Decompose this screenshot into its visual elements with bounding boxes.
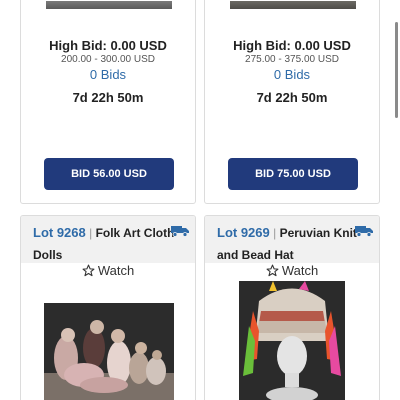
scrollbar[interactable] bbox=[395, 22, 398, 118]
lot-card-9268: Lot 9268 | Folk Art Cloth Dolls Watch bbox=[20, 215, 196, 400]
estimate-range: 200.00 - 300.00 USD bbox=[61, 54, 155, 65]
lot-title-line1[interactable]: Folk Art Cloth bbox=[96, 226, 175, 240]
lot-image[interactable] bbox=[46, 1, 172, 9]
estimate-range: 275.00 - 375.00 USD bbox=[245, 54, 339, 65]
time-left: 7d 22h 50m bbox=[256, 90, 328, 105]
star-icon bbox=[266, 264, 279, 277]
lot-number[interactable]: Lot 9268 bbox=[33, 225, 86, 240]
lot-image[interactable] bbox=[230, 1, 356, 9]
lot-photo[interactable] bbox=[239, 281, 345, 400]
lot-card-top-right: High Bid: 0.00 USD 275.00 - 375.00 USD 0… bbox=[204, 0, 380, 204]
lot-card-9269: Lot 9269 | Peruvian Knit and Bead Hat Wa… bbox=[204, 215, 380, 400]
lot-number[interactable]: Lot 9269 bbox=[217, 225, 270, 240]
lot-title[interactable]: Lot 9268 | Folk Art Cloth Dolls bbox=[21, 216, 195, 263]
high-bid-text: High Bid: 0.00 USD bbox=[233, 38, 351, 53]
truck-icon bbox=[171, 226, 189, 237]
watch-label: Watch bbox=[97, 263, 135, 278]
title-separator: | bbox=[273, 226, 277, 240]
lot-photo[interactable] bbox=[44, 303, 174, 400]
watch-label: Watch bbox=[281, 263, 319, 278]
watch-button[interactable]: Watch bbox=[205, 263, 379, 278]
truck-icon bbox=[355, 226, 373, 237]
title-separator: | bbox=[89, 226, 93, 240]
star-icon bbox=[82, 264, 95, 277]
bids-count-link[interactable]: 0 Bids bbox=[21, 67, 195, 82]
time-left: 7d 22h 50m bbox=[72, 90, 144, 105]
bids-count-link[interactable]: 0 Bids bbox=[205, 67, 379, 82]
bid-button[interactable]: BID 75.00 USD bbox=[228, 158, 358, 190]
lot-card-top-left: High Bid: 0.00 USD 200.00 - 300.00 USD 0… bbox=[20, 0, 196, 204]
bid-button[interactable]: BID 56.00 USD bbox=[44, 158, 174, 190]
lot-title-line2[interactable]: Dolls bbox=[33, 248, 62, 262]
high-bid-text: High Bid: 0.00 USD bbox=[49, 38, 167, 53]
lot-title[interactable]: Lot 9269 | Peruvian Knit and Bead Hat bbox=[205, 216, 379, 263]
lot-title-line2[interactable]: and Bead Hat bbox=[217, 248, 294, 262]
watch-button[interactable]: Watch bbox=[21, 263, 195, 278]
lot-title-line1[interactable]: Peruvian Knit bbox=[280, 226, 357, 240]
